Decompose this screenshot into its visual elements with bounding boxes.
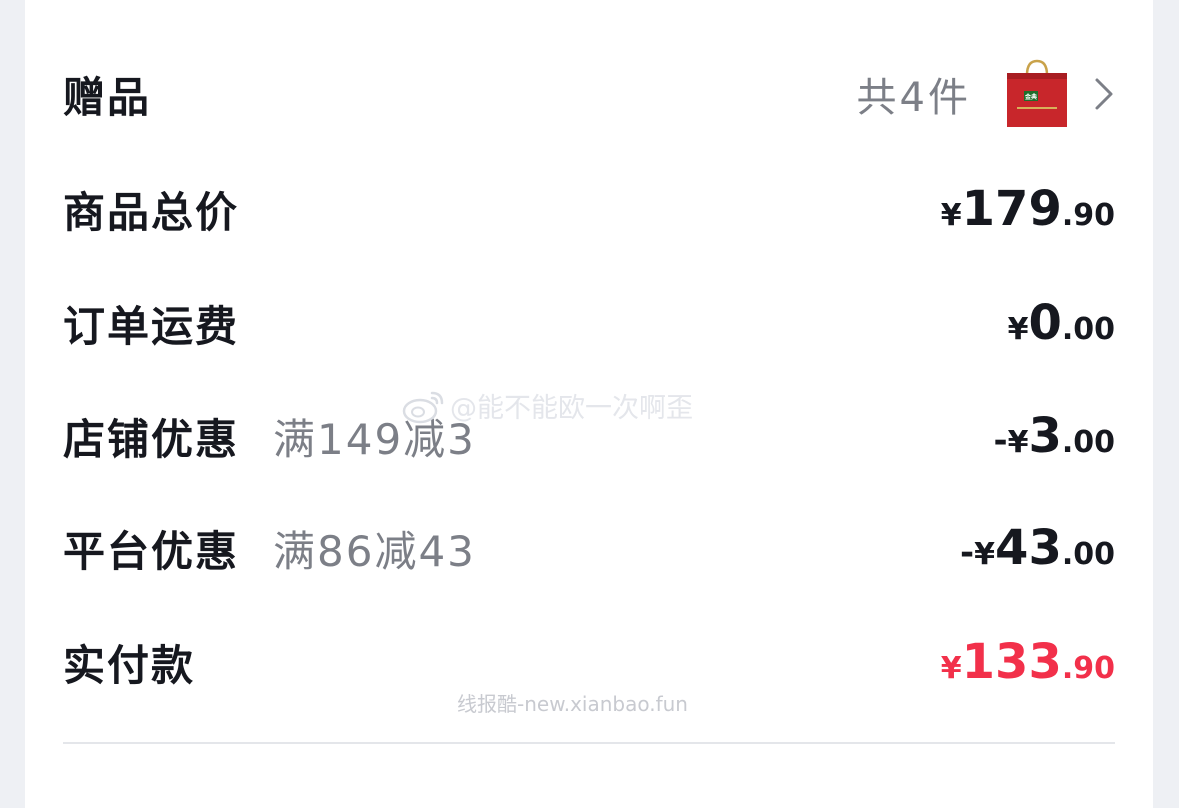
- section-divider: [63, 742, 1115, 744]
- platform-discount-label: 平台优惠: [63, 526, 240, 576]
- platform-discount-row: 平台优惠 满86减43 - ¥ 43 .00: [63, 508, 1115, 588]
- price-integer: 43: [995, 520, 1062, 576]
- store-discount-label: 店铺优惠: [63, 414, 240, 464]
- shipping-price: ¥ 0 .00: [1008, 295, 1115, 351]
- weibo-watermark-text: @能不能欧一次啊歪: [450, 393, 693, 424]
- price-integer: 179: [961, 181, 1062, 237]
- weibo-icon: [402, 391, 444, 423]
- minus-sign: -: [993, 421, 1008, 461]
- site-watermark: 线报酷-new.xianbao.fun: [457, 692, 688, 716]
- platform-discount-rule: 满86减43: [273, 526, 476, 576]
- weibo-watermark: @能不能欧一次啊歪: [402, 386, 693, 425]
- gift-row[interactable]: 赠品 共4件 金典: [63, 54, 1115, 134]
- gift-bag-logo-text: 金典: [1024, 93, 1037, 101]
- price-decimal: .00: [1061, 312, 1115, 347]
- goods-total-price: ¥ 179 .90: [941, 181, 1115, 237]
- goods-total-label: 商品总价: [63, 187, 240, 237]
- price-integer: 133: [961, 634, 1062, 690]
- gift-label: 赠品: [63, 72, 152, 122]
- actual-payment-label: 实付款: [63, 640, 196, 690]
- price-decimal: .00: [1061, 537, 1115, 572]
- minus-sign: -: [960, 533, 975, 573]
- chevron-right-icon[interactable]: [1093, 76, 1115, 112]
- gift-bag-thumbnail[interactable]: 金典: [1005, 59, 1069, 129]
- shipping-row: 订单运费 ¥ 0 .00: [63, 283, 1115, 363]
- price-decimal: .90: [1061, 198, 1115, 233]
- currency-symbol: ¥: [940, 198, 962, 233]
- currency-symbol: ¥: [1007, 425, 1029, 460]
- gift-count: 共4件: [856, 75, 971, 121]
- platform-discount-price: - ¥ 43 .00: [960, 520, 1115, 576]
- store-discount-price: - ¥ 3 .00: [993, 408, 1115, 464]
- actual-payment-price: ¥ 133 .90: [941, 634, 1115, 690]
- price-integer: 0: [1028, 295, 1062, 351]
- price-decimal: .00: [1061, 425, 1115, 460]
- goods-total-row: 商品总价 ¥ 179 .90: [63, 169, 1115, 249]
- shipping-label: 订单运费: [63, 301, 240, 351]
- currency-symbol: ¥: [974, 537, 996, 572]
- currency-symbol: ¥: [940, 651, 962, 686]
- price-integer: 3: [1028, 408, 1062, 464]
- currency-symbol: ¥: [1007, 312, 1029, 347]
- price-decimal: .90: [1061, 651, 1115, 686]
